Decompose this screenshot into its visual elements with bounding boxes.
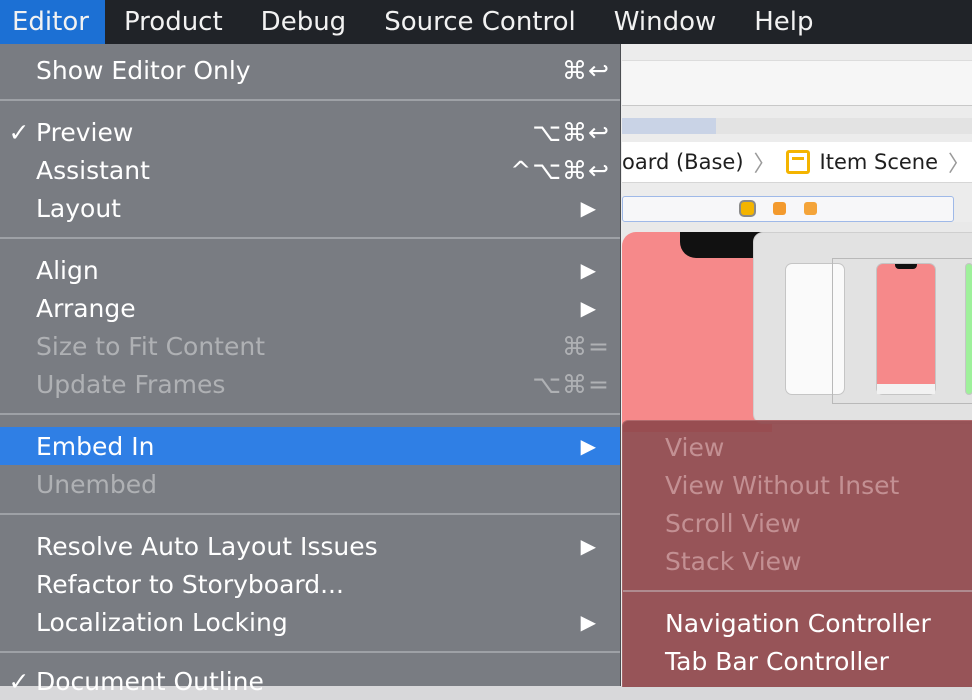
active-tab[interactable]	[622, 118, 716, 134]
jump-bar: oard (Base) 〉 Item Scene 〉	[622, 142, 972, 183]
embed-in-submenu: View View Without Inset Scroll View Stac…	[622, 420, 972, 687]
menu-source-control[interactable]: Source Control	[365, 0, 595, 44]
submenu-arrow-icon: ▶	[580, 196, 596, 220]
menu-item-embed-in[interactable]: Embed In ▶	[0, 427, 620, 465]
menu-item-resolve-auto-layout-issues[interactable]: Resolve Auto Layout Issues ▶	[0, 527, 620, 565]
shortcut-label: ⌥⌘=	[532, 369, 610, 399]
menu-item-label: Navigation Controller	[665, 608, 931, 638]
menu-separator	[0, 651, 620, 653]
shortcut-label: ⌘↩	[562, 55, 610, 85]
menu-item-label: Resolve Auto Layout Issues	[36, 531, 378, 561]
submenu-arrow-icon: ▶	[580, 434, 596, 458]
checkmark-icon: ✓	[8, 117, 30, 147]
submenu-arrow-icon: ▶	[580, 534, 596, 558]
menu-item-label: Layout	[36, 193, 121, 223]
menu-separator	[0, 413, 620, 415]
checkmark-icon: ✓	[8, 666, 30, 696]
jumpbar-scene-label: Item Scene	[819, 150, 939, 174]
menu-item-label: Document Outline	[36, 666, 264, 696]
xcode-toolbar	[622, 60, 972, 106]
menu-item-label: Unembed	[36, 469, 157, 499]
jumpbar-storyboard[interactable]: oard (Base)	[622, 150, 744, 174]
menu-item-label: Align	[36, 255, 99, 285]
menu-item-label: View	[665, 432, 725, 462]
menu-item-assistant[interactable]: Assistant ^⌥⌘↩	[0, 151, 620, 189]
scene-thumbnail[interactable]	[966, 264, 972, 394]
scene-thumbnail[interactable]	[877, 264, 935, 394]
menu-item-preview[interactable]: ✓ Preview ⌥⌘↩	[0, 113, 620, 151]
menu-item-localization-locking[interactable]: Localization Locking ▶	[0, 603, 620, 641]
editor-tab-strip	[622, 118, 972, 134]
view-controller-dock-icon[interactable]	[741, 202, 754, 215]
menu-item-label: Scroll View	[665, 508, 801, 538]
exit-icon[interactable]	[804, 202, 817, 215]
menu-item-label: Tab Bar Controller	[665, 646, 889, 676]
scene-dock[interactable]	[622, 196, 954, 222]
menu-item-label: Update Frames	[36, 369, 226, 399]
submenu-item-scroll-view[interactable]: Scroll View	[623, 504, 972, 542]
jumpbar-storyboard-label: oard (Base)	[622, 150, 744, 174]
menu-item-refactor-to-storyboard[interactable]: Refactor to Storyboard...	[0, 565, 620, 603]
menu-item-label: Stack View	[665, 546, 802, 576]
menu-separator	[0, 99, 620, 101]
menu-item-size-to-fit-content[interactable]: Size to Fit Content ⌘=	[0, 327, 620, 365]
menu-item-show-editor-only[interactable]: Show Editor Only ⌘↩	[0, 51, 620, 89]
submenu-arrow-icon: ▶	[580, 610, 596, 634]
shortcut-label: ⌘=	[562, 331, 610, 361]
jumpbar-scene[interactable]: Item Scene	[785, 150, 939, 174]
menu-product[interactable]: Product	[105, 0, 242, 44]
submenu-arrow-icon: ▶	[580, 258, 596, 282]
menu-item-label: Embed In	[36, 431, 155, 461]
scene-icon	[785, 150, 810, 174]
chevron-right-icon: 〉	[948, 152, 971, 177]
submenu-arrow-icon: ▶	[580, 296, 596, 320]
menu-editor[interactable]: Editor	[0, 0, 105, 44]
menu-item-unembed[interactable]: Unembed	[0, 465, 620, 503]
menu-item-label: Arrange	[36, 293, 136, 323]
menu-help[interactable]: Help	[735, 0, 832, 44]
menu-item-label: View Without Inset	[665, 470, 900, 500]
first-responder-icon[interactable]	[773, 202, 786, 215]
thumbnail-notch	[895, 264, 917, 269]
menu-item-document-outline[interactable]: ✓ Document Outline	[0, 662, 620, 700]
menu-item-layout[interactable]: Layout ▶	[0, 189, 620, 227]
thumbnail-tab-bar	[877, 384, 935, 394]
submenu-item-view-without-inset[interactable]: View Without Inset	[623, 466, 972, 504]
menu-item-label: Refactor to Storyboard...	[36, 569, 344, 599]
menu-item-align[interactable]: Align ▶	[0, 251, 620, 289]
menu-item-update-frames[interactable]: Update Frames ⌥⌘=	[0, 365, 620, 403]
menu-window[interactable]: Window	[595, 0, 736, 44]
submenu-item-stack-view[interactable]: Stack View	[623, 542, 972, 580]
menu-separator	[0, 237, 620, 239]
submenu-item-view[interactable]: View	[623, 428, 972, 466]
menu-item-arrange[interactable]: Arrange ▶	[0, 289, 620, 327]
chevron-right-icon: 〉	[753, 152, 776, 177]
menu-bar: Editor Product Debug Source Control Wind…	[0, 0, 972, 44]
menu-item-label: Show Editor Only	[36, 55, 251, 85]
menu-separator	[623, 590, 972, 592]
menu-item-label: Preview	[36, 117, 134, 147]
menu-item-label: Assistant	[36, 155, 150, 185]
menu-item-label: Localization Locking	[36, 607, 288, 637]
shortcut-label: ⌥⌘↩	[532, 117, 610, 147]
shortcut-label: ^⌥⌘↩	[510, 155, 610, 185]
submenu-item-navigation-controller[interactable]: Navigation Controller	[623, 604, 972, 642]
menu-item-label: Size to Fit Content	[36, 331, 265, 361]
editor-menu: Show Editor Only ⌘↩ ✓ Preview ⌥⌘↩ Assist…	[0, 44, 621, 696]
submenu-item-tab-bar-controller[interactable]: Tab Bar Controller	[623, 642, 972, 680]
menu-separator	[0, 513, 620, 515]
menu-debug[interactable]: Debug	[242, 0, 366, 44]
device-preview[interactable]	[622, 232, 772, 432]
